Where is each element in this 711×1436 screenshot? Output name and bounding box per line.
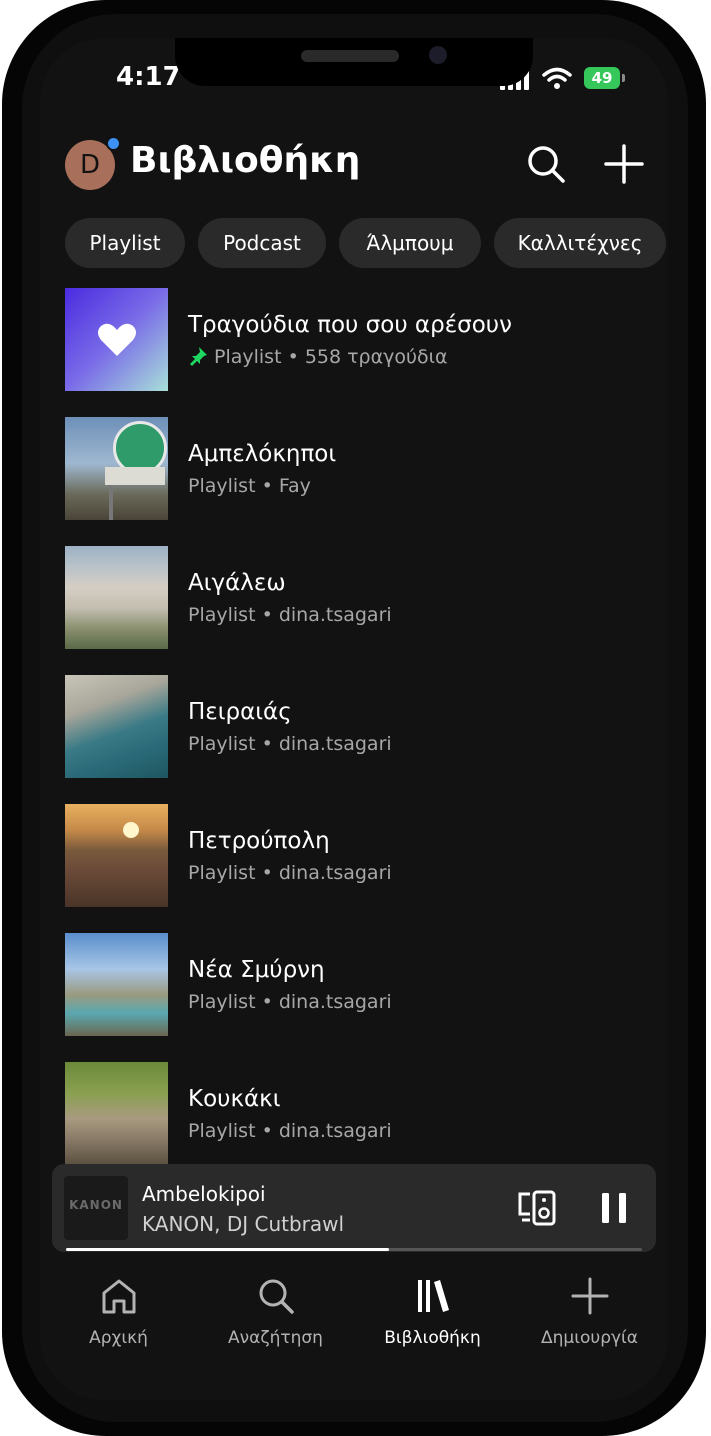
nav-search[interactable]: Αναζήτηση xyxy=(197,1272,354,1362)
search-button[interactable] xyxy=(524,142,568,186)
filter-chip-podcast[interactable]: Podcast xyxy=(198,218,326,268)
item-subtitle: Playlist • dina.tsagari xyxy=(188,862,392,884)
filter-chip-albums[interactable]: Άλμπουμ xyxy=(339,218,481,268)
plus-icon xyxy=(604,144,644,184)
item-title: Νέα Σμύρνη xyxy=(188,957,325,983)
battery-tip xyxy=(622,74,625,82)
now-playing-artist: KANON, DJ Cutbrawl xyxy=(142,1212,345,1236)
app-screen: 4:17 49 D Βιβλιοθήκη Playlist Podcast Άλ… xyxy=(40,38,668,1400)
home-icon xyxy=(102,1279,135,1314)
item-title: Πειραιάς xyxy=(188,699,292,725)
playlist-cover xyxy=(65,1062,168,1165)
list-item[interactable]: Πειραιάς Playlist • dina.tsagari xyxy=(40,675,668,779)
library-list: Τραγούδια που σου αρέσουν Playlist • 558… xyxy=(40,288,668,1168)
front-camera xyxy=(429,46,447,64)
item-subtitle: Playlist • dina.tsagari xyxy=(188,991,392,1013)
nav-create-label: Δημιουργία xyxy=(540,1328,639,1348)
nav-home[interactable]: Αρχική xyxy=(40,1272,197,1362)
filter-chip-playlist[interactable]: Playlist xyxy=(65,218,185,268)
playlist-cover xyxy=(65,675,168,778)
add-button[interactable] xyxy=(602,142,646,186)
filter-chips: Playlist Podcast Άλμπουμ Καλλιτέχνες xyxy=(65,218,668,270)
now-playing-artwork: KANON xyxy=(64,1176,128,1240)
playlist-cover xyxy=(65,417,168,520)
nav-library[interactable]: Βιβλιοθήκη xyxy=(354,1272,511,1362)
item-subtitle: Playlist • dina.tsagari xyxy=(188,1120,392,1142)
playlist-cover xyxy=(65,546,168,649)
page-title: Βιβλιοθήκη xyxy=(130,140,361,181)
battery-level: 49 xyxy=(584,67,620,89)
heart-icon xyxy=(98,323,136,356)
connect-device-button[interactable] xyxy=(516,1186,560,1230)
devices-icon xyxy=(518,1190,556,1226)
sun-graphic xyxy=(123,822,139,838)
playback-progress-bar[interactable] xyxy=(66,1248,642,1251)
speaker-grille xyxy=(301,50,399,62)
liked-songs-cover xyxy=(65,288,168,391)
filter-chip-artists[interactable]: Καλλιτέχνες xyxy=(494,218,666,268)
nav-library-label: Βιβλιοθήκη xyxy=(384,1328,481,1348)
sign-post-graphic xyxy=(109,485,113,520)
item-subtitle: Playlist • dina.tsagari xyxy=(188,733,392,755)
wifi-icon xyxy=(542,67,572,89)
plus-icon xyxy=(571,1277,608,1315)
item-subtitle: Playlist • 558 τραγούδια xyxy=(188,346,448,368)
item-title: Πετρούπολη xyxy=(188,828,330,854)
item-title: Αιγάλεω xyxy=(188,570,286,596)
artwork-text: KANON xyxy=(69,1198,123,1212)
item-title: Κουκάκι xyxy=(188,1086,281,1112)
playlist-cover xyxy=(65,804,168,907)
status-time: 4:17 xyxy=(116,62,181,92)
pin-icon xyxy=(190,347,207,366)
item-subtitle-text: Playlist • 558 τραγούδια xyxy=(214,346,448,368)
item-title: Τραγούδια που σου αρέσουν xyxy=(188,312,512,338)
notification-dot xyxy=(106,136,121,151)
playback-progress-fill xyxy=(66,1248,389,1251)
nav-create[interactable]: Δημιουργία xyxy=(511,1272,668,1362)
pause-icon xyxy=(602,1193,626,1223)
item-subtitle: Playlist • dina.tsagari xyxy=(188,604,392,626)
library-icon xyxy=(417,1280,449,1312)
library-header: D Βιβλιοθήκη xyxy=(40,134,668,198)
list-item[interactable]: Αμπελόκηποι Playlist • Fay xyxy=(40,417,668,521)
mini-player[interactable]: KANON Ambelokipoi KANON, DJ Cutbrawl xyxy=(52,1164,656,1252)
search-icon xyxy=(259,1279,294,1314)
station-sign-graphic xyxy=(105,467,165,485)
playlist-cover xyxy=(65,933,168,1036)
search-icon xyxy=(528,146,565,183)
phone-frame: 4:17 49 D Βιβλιοθήκη Playlist Podcast Άλ… xyxy=(2,0,706,1436)
item-subtitle: Playlist • Fay xyxy=(188,475,311,497)
list-item[interactable]: Κουκάκι Playlist • dina.tsagari xyxy=(40,1062,668,1166)
notch xyxy=(175,38,533,86)
nav-home-label: Αρχική xyxy=(89,1328,148,1348)
list-item[interactable]: Νέα Σμύρνη Playlist • dina.tsagari xyxy=(40,933,668,1037)
pause-button[interactable] xyxy=(592,1186,636,1230)
list-item[interactable]: Πετρούπολη Playlist • dina.tsagari xyxy=(40,804,668,908)
item-title: Αμπελόκηποι xyxy=(188,441,337,467)
nav-search-label: Αναζήτηση xyxy=(228,1328,323,1348)
now-playing-title: Ambelokipoi xyxy=(142,1182,266,1206)
list-item[interactable]: Αιγάλεω Playlist • dina.tsagari xyxy=(40,546,668,650)
list-item[interactable]: Τραγούδια που σου αρέσουν Playlist • 558… xyxy=(40,288,668,392)
